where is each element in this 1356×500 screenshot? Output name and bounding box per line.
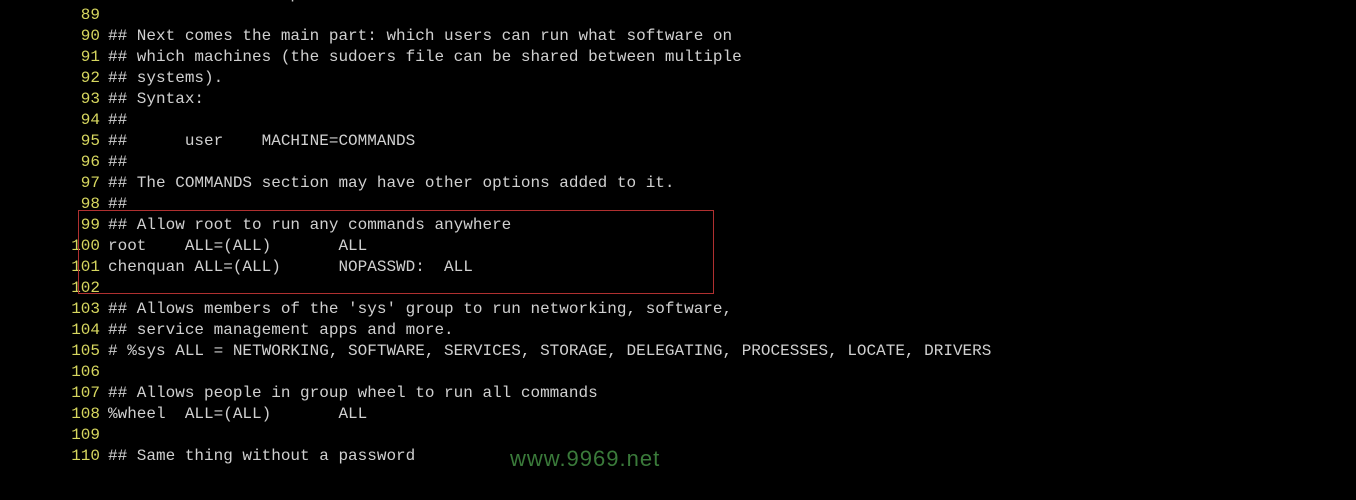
code-line[interactable]: 92## systems). — [0, 68, 1356, 89]
line-number: 90 — [0, 26, 108, 47]
line-content[interactable]: ## Next comes the main part: which users… — [108, 26, 732, 47]
code-line[interactable]: 97## The COMMANDS section may have other… — [0, 173, 1356, 194]
line-content[interactable]: ## systems). — [108, 68, 223, 89]
line-content[interactable]: ## The COMMANDS section may have other o… — [108, 173, 675, 194]
code-line[interactable]: 108%wheel ALL=(ALL) ALL — [0, 404, 1356, 425]
code-line[interactable]: 105# %sys ALL = NETWORKING, SOFTWARE, SE… — [0, 341, 1356, 362]
line-content[interactable]: ## user MACHINE=COMMANDS — [108, 131, 415, 152]
line-content[interactable]: ## Allows people in group wheel to run a… — [108, 383, 598, 404]
code-line[interactable]: 100root ALL=(ALL) ALL — [0, 236, 1356, 257]
code-line[interactable]: 101chenquan ALL=(ALL) NOPASSWD: ALL — [0, 257, 1356, 278]
line-number: 89 — [0, 5, 108, 26]
code-line[interactable]: 93## Syntax: — [0, 89, 1356, 110]
code-line[interactable]: 102 — [0, 278, 1356, 299]
code-line[interactable]: 103## Allows members of the 'sys' group … — [0, 299, 1356, 320]
line-number: 105 — [0, 341, 108, 362]
line-number: 103 — [0, 299, 108, 320]
line-number: 107 — [0, 383, 108, 404]
line-number: 96 — [0, 152, 108, 173]
line-number: 95 — [0, 131, 108, 152]
text-editor-viewport[interactable]: 88Defaults secure_path = /sbin:/bin:/usr… — [0, 0, 1356, 467]
line-number: 98 — [0, 194, 108, 215]
line-content[interactable]: ## service management apps and more. — [108, 320, 454, 341]
line-content[interactable]: Defaults secure_path = /sbin:/bin:/usr/s… — [108, 0, 636, 5]
line-content[interactable]: ## Syntax: — [108, 89, 204, 110]
line-content[interactable]: ## — [108, 152, 127, 173]
code-line[interactable]: 95## user MACHINE=COMMANDS — [0, 131, 1356, 152]
code-line[interactable]: 91## which machines (the sudoers file ca… — [0, 47, 1356, 68]
line-content[interactable]: ## Allows members of the 'sys' group to … — [108, 299, 732, 320]
line-number: 108 — [0, 404, 108, 425]
line-number: 91 — [0, 47, 108, 68]
line-number: 92 — [0, 68, 108, 89]
line-number: 100 — [0, 236, 108, 257]
line-number: 109 — [0, 425, 108, 446]
line-content[interactable]: ## which machines (the sudoers file can … — [108, 47, 742, 68]
code-line[interactable]: 104## service management apps and more. — [0, 320, 1356, 341]
line-content[interactable]: ## Same thing without a password — [108, 446, 415, 467]
line-number: 110 — [0, 446, 108, 467]
code-line[interactable]: 96## — [0, 152, 1356, 173]
code-line[interactable]: 106 — [0, 362, 1356, 383]
line-content[interactable]: ## Allow root to run any commands anywhe… — [108, 215, 511, 236]
line-content[interactable]: root ALL=(ALL) ALL — [108, 236, 367, 257]
code-line[interactable]: 109 — [0, 425, 1356, 446]
line-content[interactable]: chenquan ALL=(ALL) NOPASSWD: ALL — [108, 257, 473, 278]
line-number: 106 — [0, 362, 108, 383]
line-number: 97 — [0, 173, 108, 194]
line-content[interactable]: ## — [108, 110, 127, 131]
line-number: 101 — [0, 257, 108, 278]
line-number: 93 — [0, 89, 108, 110]
line-content[interactable]: %wheel ALL=(ALL) ALL — [108, 404, 367, 425]
code-line[interactable]: 110## Same thing without a password — [0, 446, 1356, 467]
code-line[interactable]: 89 — [0, 5, 1356, 26]
line-number: 94 — [0, 110, 108, 131]
line-content[interactable]: ## — [108, 194, 127, 215]
code-line[interactable]: 98## — [0, 194, 1356, 215]
code-line[interactable]: 99## Allow root to run any commands anyw… — [0, 215, 1356, 236]
line-number: 102 — [0, 278, 108, 299]
code-line[interactable]: 90## Next comes the main part: which use… — [0, 26, 1356, 47]
code-line[interactable]: 107## Allows people in group wheel to ru… — [0, 383, 1356, 404]
line-number: 99 — [0, 215, 108, 236]
code-line[interactable]: 94## — [0, 110, 1356, 131]
line-number: 104 — [0, 320, 108, 341]
line-content[interactable]: # %sys ALL = NETWORKING, SOFTWARE, SERVI… — [108, 341, 991, 362]
